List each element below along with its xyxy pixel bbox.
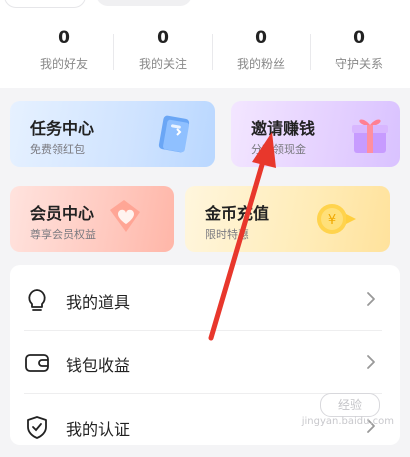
invite-earn-tile[interactable]: 邀请赚钱 分享领现金 [231, 101, 400, 167]
vip-heart-icon [110, 200, 140, 232]
task-notebook-icon [158, 115, 190, 153]
menu-item-wallet[interactable]: 钱包收益 [10, 331, 400, 393]
lightbulb-icon [28, 289, 46, 311]
vip-center-title: 会员中心 [30, 204, 95, 223]
coin-recharge-subtitle: 限时特惠 [205, 228, 249, 241]
stat-following[interactable]: 0 我的关注 [113, 28, 213, 72]
profile-button-left[interactable] [4, 0, 86, 8]
stat-fans[interactable]: 0 我的粉丝 [211, 28, 311, 72]
svg-text:¥: ¥ [328, 213, 336, 228]
stat-friends-value: 0 [58, 28, 70, 48]
coin-recharge-title: 金币充值 [205, 204, 270, 223]
gold-coin-icon: ¥ [317, 204, 356, 234]
stat-fans-value: 0 [255, 28, 267, 48]
vip-center-subtitle: 尊享会员权益 [30, 228, 96, 241]
stat-fans-label: 我的粉丝 [236, 57, 285, 71]
chevron-right-icon [367, 292, 375, 306]
stat-guardian-label: 守护关系 [334, 57, 383, 71]
invite-earn-subtitle: 分享领现金 [251, 143, 306, 156]
chevron-right-icon [367, 355, 375, 369]
menu-item-props[interactable]: 我的道具 [10, 268, 400, 330]
menu-item-props-label: 我的道具 [66, 293, 131, 312]
stat-following-value: 0 [157, 28, 169, 48]
stat-friends[interactable]: 0 我的好友 [14, 28, 114, 72]
profile-button-right[interactable] [96, 0, 192, 6]
wallet-icon [25, 354, 49, 372]
task-center-tile[interactable]: 任务中心 免费领红包 [10, 101, 215, 167]
gift-box-icon [352, 119, 388, 153]
watermark-badge: 经验 [320, 393, 380, 417]
menu-item-wallet-label: 钱包收益 [66, 356, 131, 375]
coin-recharge-tile[interactable]: 金币充值 限时特惠 ¥ [185, 186, 390, 252]
watermark-text: jingyan.baidu.com [301, 416, 394, 427]
stat-following-label: 我的关注 [138, 57, 187, 71]
task-center-subtitle: 免费领红包 [30, 143, 85, 156]
task-center-title: 任务中心 [30, 119, 95, 138]
stat-friends-label: 我的好友 [39, 57, 88, 71]
invite-earn-title: 邀请赚钱 [251, 119, 316, 138]
profile-stats-card: 0 我的好友 0 我的关注 0 我的粉丝 0 守护关系 [0, 0, 410, 88]
stat-guardian[interactable]: 0 守护关系 [309, 28, 409, 72]
menu-item-certification-label: 我的认证 [66, 420, 131, 439]
vip-center-tile[interactable]: 会员中心 尊享会员权益 [10, 186, 174, 252]
shield-check-icon [27, 416, 47, 439]
stat-guardian-value: 0 [353, 28, 365, 48]
